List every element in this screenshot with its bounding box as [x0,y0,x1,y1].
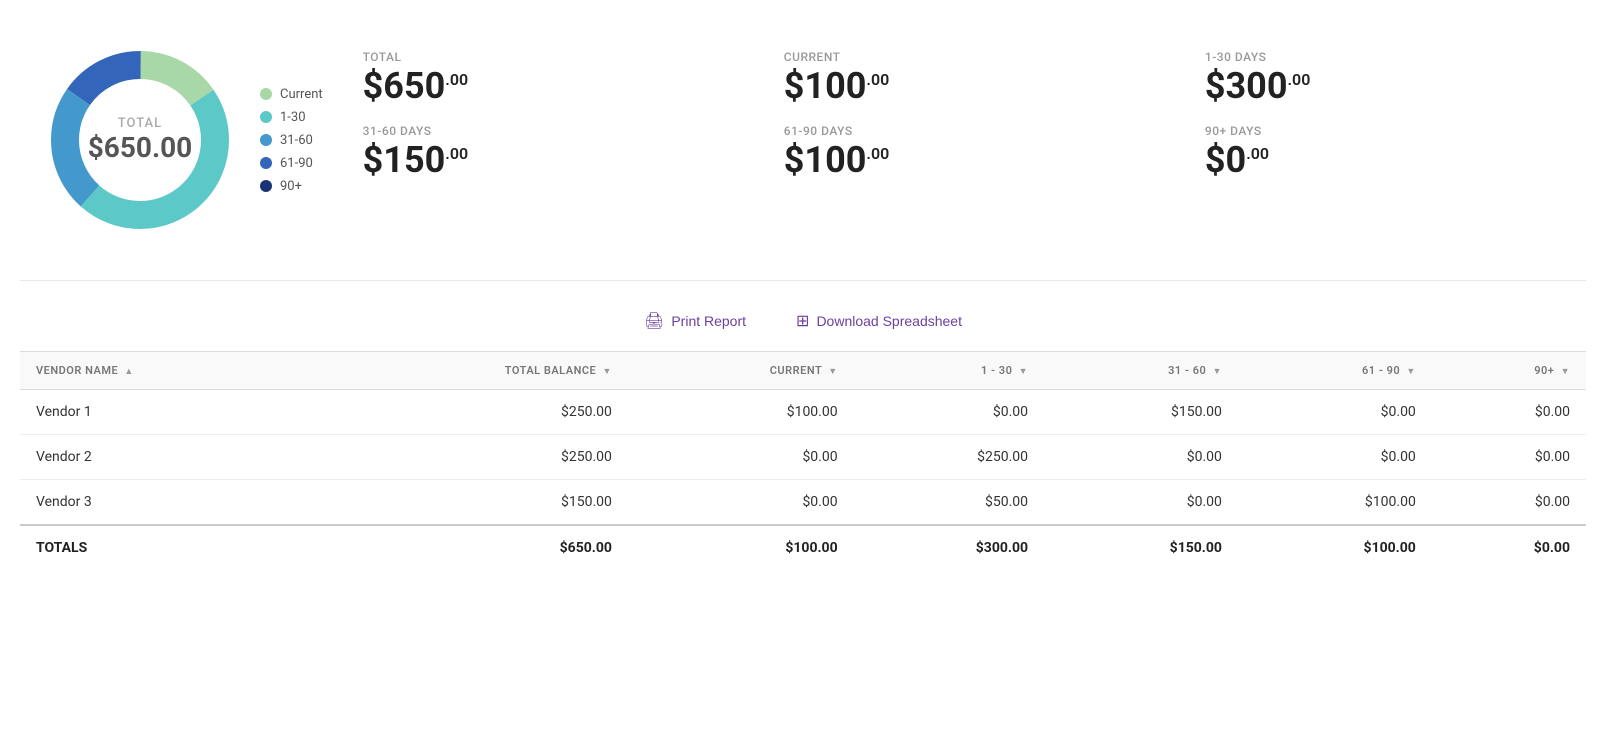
legend-item-31-60: 31-60 [260,133,323,148]
cell-31-60: $150.00 [1044,390,1238,435]
donut-center: TOTAL $650.00 [88,116,193,164]
col-vendor-name[interactable]: VENDOR NAME ▲ [20,352,313,390]
stat-90plus: 90+ DAYS $0.00 [1205,124,1566,178]
cell-61-90: $0.00 [1238,435,1432,480]
legend-label-31-60: 31-60 [280,133,313,148]
top-section: TOTAL $650.00 Current 1-30 31-60 [20,30,1586,270]
cell-current: $100.00 [628,390,854,435]
table-row: Vendor 2 $250.00 $0.00 $250.00 $0.00 $0.… [20,435,1586,480]
stat-current: CURRENT $100.00 [784,50,1145,104]
print-label: Print Report [671,313,746,329]
totals-31-60: $150.00 [1044,525,1238,570]
cell-vendor: Vendor 3 [20,480,313,526]
print-report-button[interactable]: 🖨 Print Report [634,305,756,337]
download-spreadsheet-button[interactable]: ⊞ Download Spreadsheet [786,305,972,337]
totals-61-90: $100.00 [1238,525,1432,570]
stats-grid: TOTAL $650.00 CURRENT $100.00 1-30 DAYS … [363,40,1566,178]
legend-item-1-30: 1-30 [260,110,323,125]
cell-current: $0.00 [628,435,854,480]
cell-31-60: $0.00 [1044,480,1238,526]
cell-vendor: Vendor 2 [20,435,313,480]
sort-desc-icon-current: ▼ [828,367,837,377]
sort-desc-icon-31-60: ▼ [1213,367,1222,377]
legend-item-current: Current [260,87,323,102]
cell-61-90: $0.00 [1238,390,1432,435]
legend-label-current: Current [280,87,323,102]
legend-item-90plus: 90+ [260,179,323,194]
legend-label-61-90: 61-90 [280,156,313,171]
stat-90plus-label: 90+ DAYS [1205,124,1566,138]
cell-total: $250.00 [313,435,628,480]
col-31-60[interactable]: 31 - 60 ▼ [1044,352,1238,390]
stat-31-60: 31-60 DAYS $150.00 [363,124,724,178]
totals-1-30: $300.00 [854,525,1044,570]
legend-dot-31-60 [260,134,272,146]
print-icon: 🖨 [644,311,664,331]
cell-total: $250.00 [313,390,628,435]
donut-chart: TOTAL $650.00 [40,40,240,240]
sort-desc-icon-1-30: ▼ [1019,367,1028,377]
stat-61-90: 61-90 DAYS $100.00 [784,124,1145,178]
col-1-30[interactable]: 1 - 30 ▼ [854,352,1044,390]
stat-31-60-label: 31-60 DAYS [363,124,724,138]
table-row: Vendor 1 $250.00 $100.00 $0.00 $150.00 $… [20,390,1586,435]
aging-table: VENDOR NAME ▲ TOTAL BALANCE ▼ CURRENT ▼ … [20,352,1586,570]
sort-desc-icon-total: ▼ [602,367,611,377]
stat-61-90-value: $100.00 [784,142,1145,178]
totals-label: TOTALS [20,525,313,570]
totals-90plus: $0.00 [1432,525,1586,570]
cell-current: $0.00 [628,480,854,526]
table-row: Vendor 3 $150.00 $0.00 $50.00 $0.00 $100… [20,480,1586,526]
stat-total-label: TOTAL [363,50,724,64]
section-divider [20,280,1586,281]
stat-31-60-value: $150.00 [363,142,724,178]
cell-61-90: $100.00 [1238,480,1432,526]
actions-bar: 🖨 Print Report ⊞ Download Spreadsheet [20,291,1586,351]
stat-total: TOTAL $650.00 [363,50,724,104]
col-90plus[interactable]: 90+ ▼ [1432,352,1586,390]
sort-asc-icon: ▲ [124,367,133,377]
table-header-row: VENDOR NAME ▲ TOTAL BALANCE ▼ CURRENT ▼ … [20,352,1586,390]
sort-desc-icon-61-90: ▼ [1406,367,1415,377]
stat-1-30-value: $300.00 [1205,68,1566,104]
totals-current: $100.00 [628,525,854,570]
donut-total-label: TOTAL [88,116,193,131]
legend-dot-90plus [260,180,272,192]
stat-90plus-value: $0.00 [1205,142,1566,178]
stat-61-90-label: 61-90 DAYS [784,124,1145,138]
cell-1-30: $0.00 [854,390,1044,435]
main-container: TOTAL $650.00 Current 1-30 31-60 [0,0,1606,753]
cell-total: $150.00 [313,480,628,526]
col-total-balance[interactable]: TOTAL BALANCE ▼ [313,352,628,390]
legend-label-1-30: 1-30 [280,110,306,125]
stat-1-30-label: 1-30 DAYS [1205,50,1566,64]
chart-legend: Current 1-30 31-60 61-90 90+ [260,87,323,194]
stat-1-30: 1-30 DAYS $300.00 [1205,50,1566,104]
donut-wrapper: TOTAL $650.00 Current 1-30 31-60 [40,40,323,240]
donut-total-amount: $650.00 [88,131,193,164]
download-label: Download Spreadsheet [816,313,962,329]
col-current[interactable]: CURRENT ▼ [628,352,854,390]
stat-current-value: $100.00 [784,68,1145,104]
sort-desc-icon-90plus: ▼ [1561,367,1570,377]
cell-vendor: Vendor 1 [20,390,313,435]
spreadsheet-icon: ⊞ [796,311,809,331]
legend-label-90plus: 90+ [280,179,302,194]
cell-90plus: $0.00 [1432,435,1586,480]
cell-31-60: $0.00 [1044,435,1238,480]
col-61-90[interactable]: 61 - 90 ▼ [1238,352,1432,390]
totals-total: $650.00 [313,525,628,570]
table-container: VENDOR NAME ▲ TOTAL BALANCE ▼ CURRENT ▼ … [20,351,1586,570]
legend-dot-current [260,88,272,100]
cell-1-30: $250.00 [854,435,1044,480]
cell-90plus: $0.00 [1432,390,1586,435]
cell-1-30: $50.00 [854,480,1044,526]
stat-total-value: $650.00 [363,68,724,104]
stat-current-label: CURRENT [784,50,1145,64]
legend-dot-61-90 [260,157,272,169]
cell-90plus: $0.00 [1432,480,1586,526]
legend-dot-1-30 [260,111,272,123]
totals-row: TOTALS $650.00 $100.00 $300.00 $150.00 $… [20,525,1586,570]
legend-item-61-90: 61-90 [260,156,323,171]
